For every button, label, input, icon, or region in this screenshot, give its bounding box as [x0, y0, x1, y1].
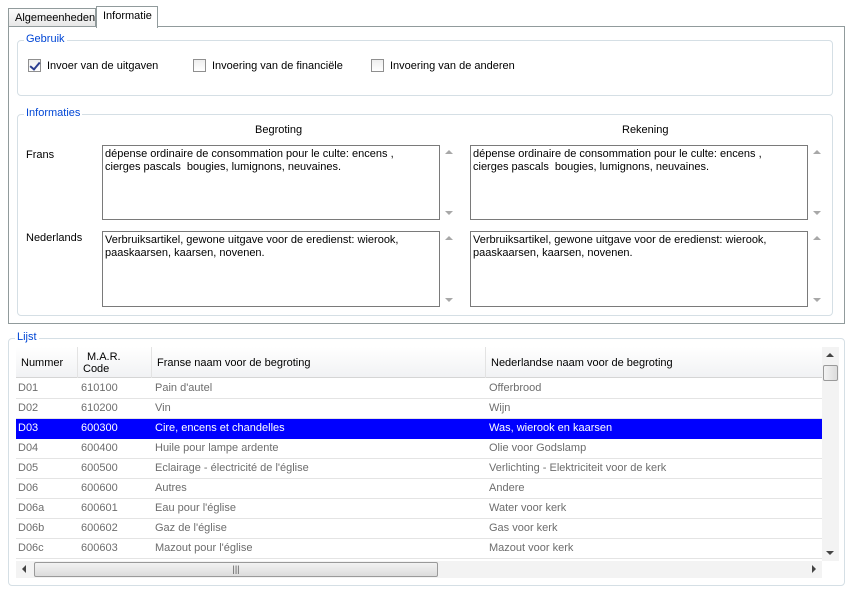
cell-nummer: D04	[18, 442, 39, 454]
cell-nederlandse-naam: Gas voor kerk	[489, 522, 558, 534]
cell-nummer: D06c	[18, 542, 44, 554]
cell-franse-naam: Eclairage - électricité de l'église	[155, 462, 309, 474]
column-header-nummer[interactable]: Nummer	[16, 347, 78, 378]
grid-header: Nummer M.A.R. Code Franse naam voor de b…	[16, 347, 822, 378]
row-label-frans: Frans	[26, 149, 55, 161]
frans-begroting-textarea[interactable]: dépense ordinaire de consommation pour l…	[102, 145, 440, 220]
cell-franse-naam: Huile pour lampe ardente	[155, 442, 279, 454]
cell-nummer: D03	[18, 422, 39, 434]
cell-nederlandse-naam: Mazout voor kerk	[489, 542, 574, 554]
row-label-nederlands: Nederlands	[26, 232, 83, 244]
cell-nummer: D05	[18, 462, 39, 474]
cell-nederlandse-naam: Water voor kerk	[489, 502, 567, 514]
cell-mar-code: 600600	[81, 482, 118, 494]
table-row[interactable]: D06a 600601 Eau pour l'église Water voor ke…	[16, 499, 822, 519]
checkbox-invoer-uitgaven[interactable]: Invoer van de uitgaven	[28, 59, 158, 72]
cell-nederlandse-naam: Verlichting - Elektriciteit voor de kerk	[489, 462, 667, 474]
cell-nummer: D06	[18, 482, 39, 494]
cell-franse-naam: Mazout pour l'église	[155, 542, 253, 554]
checkbox-label: Invoering van de financiële	[212, 59, 343, 72]
cell-franse-naam: Vin	[155, 402, 171, 414]
table-row[interactable]: D06b 600602 Gaz de l'église Gas voor kerk	[16, 519, 822, 539]
lijst-legend: Lijst	[15, 331, 39, 343]
column-header-franse-naam[interactable]: Franse naam voor de begroting	[152, 347, 486, 378]
cell-nummer: D01	[18, 382, 39, 394]
nederlands-begroting-scrollbar[interactable]	[441, 231, 457, 307]
checkbox-label: Invoer van de uitgaven	[47, 59, 159, 72]
gebruik-legend: Gebruik	[24, 33, 67, 45]
tab-informatie[interactable]: Informatie	[96, 6, 158, 28]
cell-mar-code: 610200	[81, 402, 118, 414]
cell-mar-code: 600602	[81, 522, 118, 534]
table-row[interactable]: D06 600600 Autres Andere	[16, 479, 822, 499]
scroll-thumb[interactable]	[823, 365, 838, 381]
checkbox-invoering-anderen[interactable]: Invoering van de anderen	[371, 59, 515, 72]
lijst-grid: Nummer M.A.R. Code Franse naam voor de b…	[16, 347, 822, 559]
table-row[interactable]: D01 610100 Pain d'autel Offerbrood	[16, 379, 822, 399]
column-header-mar-code[interactable]: M.A.R. Code	[78, 347, 152, 378]
scroll-up-icon[interactable]	[445, 236, 453, 240]
checkbox-unchecked-icon[interactable]	[371, 59, 384, 72]
cell-nummer: D06b	[18, 522, 45, 534]
cell-mar-code: 600400	[81, 442, 118, 454]
cell-franse-naam: Cire, encens et chandelles	[155, 422, 285, 434]
cell-mar-code: 610100	[81, 382, 118, 394]
table-row[interactable]: D04 600400 Huile pour lampe ardente Olie vo…	[16, 439, 822, 459]
checkbox-checked-icon[interactable]	[28, 59, 41, 72]
scroll-down-icon[interactable]	[445, 211, 453, 215]
cell-mar-code: 600601	[81, 502, 118, 514]
scroll-up-icon[interactable]	[826, 353, 834, 357]
grid-horizontal-scrollbar[interactable]: |||	[16, 561, 822, 578]
nederlands-rekening-textarea[interactable]: Verbruiksartikel, gewone uitgave voor de…	[470, 231, 808, 307]
table-row[interactable]: D03 600300 Cire, encens et chandelles Was, …	[16, 419, 822, 439]
scroll-down-icon[interactable]	[445, 298, 453, 302]
checkbox-unchecked-icon[interactable]	[193, 59, 206, 72]
cell-nederlandse-naam: Wijn	[489, 402, 511, 414]
grid-vertical-scrollbar[interactable]	[822, 347, 839, 561]
scroll-up-icon[interactable]	[813, 236, 821, 240]
tab-algemeenheden[interactable]: Algemeenheden	[8, 8, 96, 27]
cell-nederlandse-naam: Offerbrood	[489, 382, 542, 394]
nederlands-rekening-scrollbar[interactable]	[809, 231, 825, 307]
table-row[interactable]: D05 600500 Eclairage - électricité de l'ég…	[16, 459, 822, 479]
nederlands-begroting-textarea[interactable]: Verbruiksartikel, gewone uitgave voor de…	[102, 231, 440, 307]
cell-mar-code: 600603	[81, 542, 118, 554]
cell-franse-naam: Autres	[155, 482, 187, 494]
cell-franse-naam: Eau pour l'église	[155, 502, 236, 514]
scroll-up-icon[interactable]	[445, 150, 453, 154]
column-header-begroting: Begroting	[255, 124, 303, 136]
frans-rekening-scrollbar[interactable]	[809, 145, 825, 220]
cell-nederlandse-naam: Andere	[489, 482, 525, 494]
cell-mar-code: 600500	[81, 462, 118, 474]
cell-nederlandse-naam: Olie voor Godslamp	[489, 442, 587, 454]
cell-nederlandse-naam: Was, wierook en kaarsen	[489, 422, 613, 434]
cell-nummer: D06a	[18, 502, 45, 514]
scroll-up-icon[interactable]	[813, 150, 821, 154]
checkbox-invoering-financiele[interactable]: Invoering van de financiële	[193, 59, 343, 72]
table-row[interactable]: D02 610200 Vin Wijn	[16, 399, 822, 419]
column-header-nederlandse-naam[interactable]: Nederlandse naam voor de begroting	[486, 347, 822, 378]
column-header-rekening: Rekening	[622, 124, 669, 136]
scroll-left-icon[interactable]	[22, 565, 26, 573]
scroll-right-icon[interactable]	[812, 565, 816, 573]
scroll-down-icon[interactable]	[813, 298, 821, 302]
scroll-down-icon[interactable]	[826, 551, 834, 555]
checkbox-label: Invoering van de anderen	[390, 59, 515, 72]
cell-franse-naam: Pain d'autel	[155, 382, 213, 394]
frans-rekening-textarea[interactable]: dépense ordinaire de consommation pour l…	[470, 145, 808, 220]
scroll-thumb[interactable]: |||	[34, 562, 438, 577]
cell-franse-naam: Gaz de l'église	[155, 522, 227, 534]
table-row[interactable]: D06c 600603 Mazout pour l'église Mazout voo…	[16, 539, 822, 559]
cell-mar-code: 600300	[81, 422, 118, 434]
informaties-legend: Informaties	[24, 107, 83, 119]
scroll-down-icon[interactable]	[813, 211, 821, 215]
frans-begroting-scrollbar[interactable]	[441, 145, 457, 220]
cell-nummer: D02	[18, 402, 39, 414]
